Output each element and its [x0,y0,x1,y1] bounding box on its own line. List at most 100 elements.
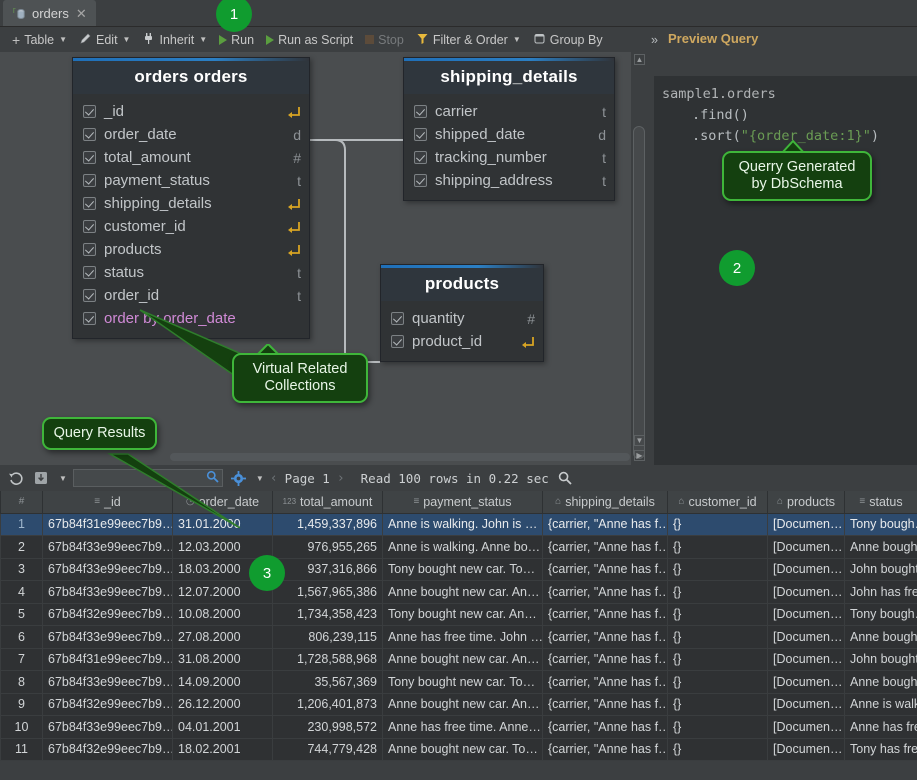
cell-products[interactable]: [Documen… [767,625,845,649]
cell-payment-status[interactable]: Anne bought new car. An… [382,647,543,671]
cell-status[interactable]: Tony bough… [844,512,917,536]
column-checkbox[interactable] [83,128,96,141]
cell-payment-status[interactable]: Anne is walking. Anne bo… [382,535,543,559]
cell-payment-status[interactable]: Tony bought new car. To… [382,557,543,581]
preview-query-code[interactable]: sample1.orders .find() .sort("{order_dat… [654,76,917,465]
cell-products[interactable]: [Documen… [767,692,845,716]
entity-products[interactable]: products quantity # product_id [380,264,544,362]
column-header-shipping-details[interactable]: ⌂ shipping_details [542,491,668,514]
column-row[interactable]: _id [73,100,309,123]
cell-customer-id[interactable]: {} [667,602,768,626]
cell-status[interactable]: Anne has fre… [844,715,917,739]
cell-rownum[interactable]: 9 [0,692,43,716]
cell-shipping-details[interactable]: {carrier, "Anne has f… [542,557,668,581]
scroll-end-icon[interactable]: ▶ [634,450,645,461]
column-checkbox[interactable] [414,174,427,187]
cell-products[interactable]: [Documen… [767,647,845,671]
cell-rownum[interactable]: 7 [0,647,43,671]
column-checkbox[interactable] [83,197,96,210]
column-row[interactable]: shipped_date d [404,123,614,146]
cell-payment-status[interactable]: Anne is walking. John is … [382,512,543,536]
cell-order-date[interactable]: 26.12.2000 [172,692,273,716]
cell-order-date[interactable]: 14.09.2000 [172,670,273,694]
tab-orders[interactable]: T orders ✕ [3,0,96,26]
cell-status[interactable]: John bought… [844,647,917,671]
cell-customer-id[interactable]: {} [667,715,768,739]
cell-products[interactable]: [Documen… [767,557,845,581]
table-row[interactable]: 11 67b84f32e99eec7b9… 18.02.2001 744,779,42… [0,737,917,761]
column-row[interactable]: shipping_address t [404,169,614,192]
cell-id[interactable]: 67b84f32e99eec7b9… [42,602,173,626]
column-checkbox[interactable] [83,289,96,302]
cell-order-date[interactable]: 27.08.2000 [172,625,273,649]
toolbar-group-by-button[interactable]: Group By [527,30,609,50]
table-row[interactable]: 2 67b84f33e99eec7b9… 12.03.2000 976,955,265… [0,535,917,559]
cell-rownum[interactable]: 6 [0,625,43,649]
cell-customer-id[interactable]: {} [667,647,768,671]
column-header-products[interactable]: ⌂ products [767,491,845,514]
cell-products[interactable]: [Documen… [767,670,845,694]
scroll-thumb[interactable] [633,126,645,459]
column-checkbox[interactable] [83,105,96,118]
column-checkbox[interactable] [83,174,96,187]
cell-total-amount[interactable]: 1,728,588,968 [272,647,383,671]
column-checkbox[interactable] [83,151,96,164]
cell-payment-status[interactable]: Tony bought new car. An… [382,602,543,626]
cell-shipping-details[interactable]: {carrier, "Anne has f… [542,602,668,626]
cell-customer-id[interactable]: {} [667,580,768,604]
cell-shipping-details[interactable]: {carrier, "Anne has f… [542,692,668,716]
cell-shipping-details[interactable]: {carrier, "Anne has f… [542,647,668,671]
column-checkbox[interactable] [414,128,427,141]
cell-payment-status[interactable]: Tony bought new car. To… [382,670,543,694]
cell-order-date[interactable]: 04.01.2001 [172,715,273,739]
cell-customer-id[interactable]: {} [667,625,768,649]
cell-order-date[interactable]: 10.08.2000 [172,602,273,626]
column-header-status[interactable]: ≡ status [844,491,917,514]
cell-total-amount[interactable]: 1,206,401,873 [272,692,383,716]
cell-status[interactable]: Tony has fre… [844,737,917,761]
cell-total-amount[interactable]: 1,734,358,423 [272,602,383,626]
cell-id[interactable]: 67b84f33e99eec7b9… [42,715,173,739]
column-checkbox[interactable] [83,220,96,233]
column-header-payment-status[interactable]: ≡ payment_status [382,491,543,514]
column-checkbox[interactable] [83,312,96,325]
cell-customer-id[interactable]: {} [667,692,768,716]
cell-payment-status[interactable]: Anne bought new car. An… [382,580,543,604]
next-page-button[interactable]: › [337,471,345,486]
cell-products[interactable]: [Documen… [767,737,845,761]
cell-customer-id[interactable]: {} [667,512,768,536]
column-row[interactable]: customer_id [73,215,309,238]
cell-status[interactable]: John bought… [844,557,917,581]
column-checkbox[interactable] [83,266,96,279]
table-row[interactable]: 4 67b84f33e99eec7b9… 12.07.2000 1,567,965,3… [0,580,917,604]
cell-status[interactable]: Anne bough… [844,625,917,649]
column-row[interactable]: products [73,238,309,261]
refresh-icon[interactable] [6,468,26,488]
cell-shipping-details[interactable]: {carrier, "Anne has f… [542,580,668,604]
toolbar-expand-button[interactable]: » [645,31,664,49]
cell-rownum[interactable]: 4 [0,580,43,604]
toolbar-edit-button[interactable]: Edit ▼ [73,30,136,50]
cell-payment-status[interactable]: Anne bought new car. To… [382,737,543,761]
column-checkbox[interactable] [83,243,96,256]
cell-rownum[interactable]: 2 [0,535,43,559]
column-row[interactable]: payment_status t [73,169,309,192]
cell-total-amount[interactable]: 744,779,428 [272,737,383,761]
cell-id[interactable]: 67b84f31e99eec7b9… [42,647,173,671]
zoom-search-icon[interactable] [555,468,575,488]
toolbar-filter-order-button[interactable]: Filter & Order ▼ [410,30,527,50]
cell-id[interactable]: 67b84f33e99eec7b9… [42,625,173,649]
cell-total-amount[interactable]: 1,459,337,896 [272,512,383,536]
cell-id[interactable]: 67b84f33e99eec7b9… [42,557,173,581]
cell-rownum[interactable]: 10 [0,715,43,739]
column-checkbox[interactable] [391,312,404,325]
scroll-down-icon[interactable]: ▼ [634,435,645,446]
cell-products[interactable]: [Documen… [767,580,845,604]
cell-id[interactable]: 67b84f33e99eec7b9… [42,580,173,604]
cell-customer-id[interactable]: {} [667,535,768,559]
cell-status[interactable]: Tony bough… [844,602,917,626]
cell-shipping-details[interactable]: {carrier, "Anne has f… [542,737,668,761]
cell-products[interactable]: [Documen… [767,602,845,626]
cell-payment-status[interactable]: Anne has free time. Anne… [382,715,543,739]
cell-status[interactable]: Anne is walk… [844,692,917,716]
